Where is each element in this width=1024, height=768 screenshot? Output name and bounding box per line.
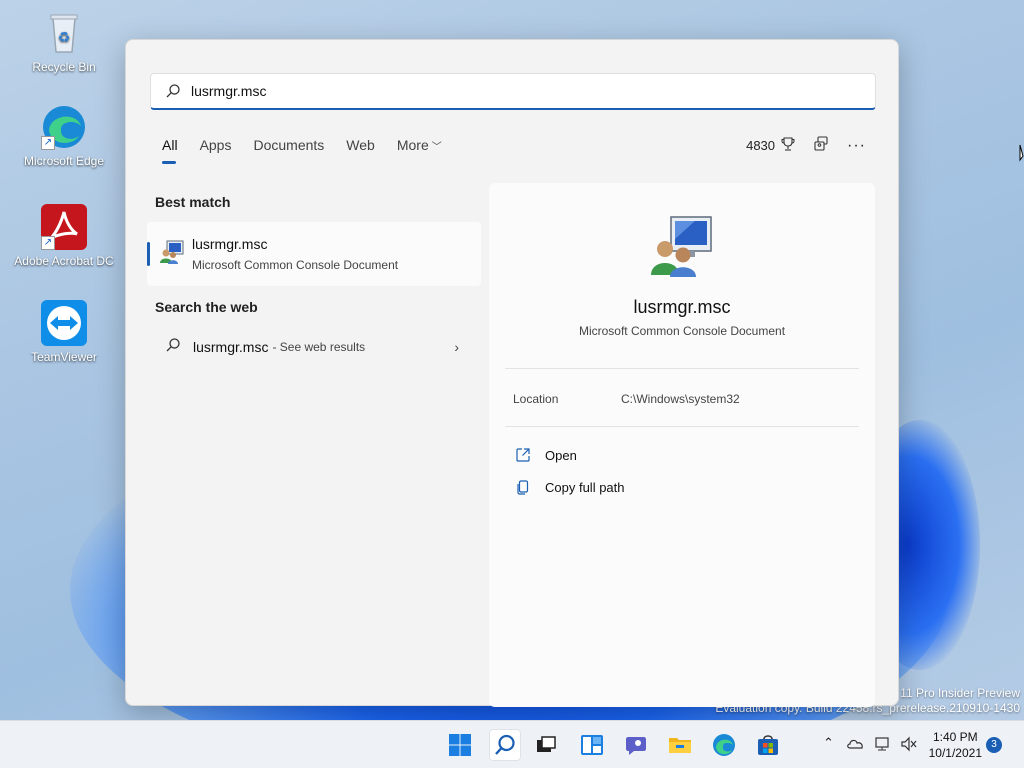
clock-date: 10/1/2021 <box>928 746 982 760</box>
search-box[interactable] <box>150 73 876 110</box>
desktop-icon-label: Adobe Acrobat DC <box>14 254 114 268</box>
web-result-item[interactable]: lusrmgr.msc - See web results › <box>147 330 481 364</box>
search-icon <box>165 83 181 99</box>
chat-button[interactable] <box>620 729 652 761</box>
best-match-name: lusrmgr.msc <box>192 236 268 252</box>
tab-more[interactable]: More ﹀ <box>397 137 442 159</box>
tray-overflow-chevron-icon[interactable]: ⌃ <box>823 735 834 751</box>
rewards-points-value: 4830 <box>746 138 776 153</box>
clock[interactable]: 1:40 PM 10/1/2021 <box>929 729 982 761</box>
watermark-line: 11 Pro Insider Preview <box>900 686 1020 700</box>
search-icon <box>495 734 515 755</box>
best-match-heading: Best match <box>155 194 231 210</box>
location-value: C:\Windows\system32 <box>621 392 740 406</box>
divider <box>505 368 859 369</box>
search-icon <box>165 337 181 358</box>
tab-apps[interactable]: Apps <box>200 137 232 159</box>
console-document-large-icon <box>649 213 715 279</box>
network-icon[interactable] <box>874 736 892 755</box>
volume-muted-icon[interactable] <box>900 736 918 755</box>
teamviewer-icon <box>41 300 87 346</box>
share-button[interactable] <box>813 136 829 155</box>
detail-pane: lusrmgr.msc Microsoft Common Console Doc… <box>489 183 875 707</box>
selection-indicator <box>147 242 150 266</box>
copy-path-action[interactable]: Copy full path <box>515 479 625 495</box>
recycle-bin-icon: ♻ <box>41 10 87 56</box>
ellipsis-icon: ··· <box>847 136 866 154</box>
chevron-down-icon: ﹀ <box>431 142 442 153</box>
taskbar: ⌃ 1:40 PM 10/1/2021 3 <box>0 720 1024 768</box>
copy-icon <box>515 479 531 495</box>
shortcut-arrow-icon: ↗ <box>41 136 55 150</box>
desktop-icon-label: Recycle Bin <box>32 60 96 74</box>
web-result-suffix: - See web results <box>272 340 366 354</box>
shortcut-arrow-icon: ↗ <box>41 236 55 250</box>
edge-taskbar-button[interactable] <box>708 729 740 761</box>
open-external-icon <box>515 447 531 463</box>
desktop-icon-acrobat[interactable]: ↗ Adobe Acrobat DC <box>12 204 116 268</box>
clock-time: 1:40 PM <box>932 730 978 744</box>
widgets-icon <box>581 735 603 755</box>
search-web-heading: Search the web <box>155 299 258 315</box>
desktop-icon-teamviewer[interactable]: TeamViewer <box>12 300 116 364</box>
windows-logo-icon <box>449 734 471 756</box>
edge-icon: ↗ <box>41 104 87 150</box>
search-taskbar-button[interactable] <box>489 729 521 761</box>
more-options-button[interactable]: ··· <box>847 137 866 155</box>
search-input[interactable] <box>191 83 791 99</box>
detail-type: Microsoft Common Console Document <box>578 324 786 338</box>
folder-icon <box>669 738 691 753</box>
tab-all[interactable]: All <box>162 137 178 164</box>
desktop-icon-recycle-bin[interactable]: ♻ Recycle Bin <box>12 10 116 74</box>
search-panel: All Apps Documents Web More﹀ 4830 <box>125 39 899 707</box>
start-button[interactable] <box>444 729 476 761</box>
widgets-button[interactable] <box>576 729 608 761</box>
tab-documents[interactable]: Documents <box>253 137 324 159</box>
tab-web[interactable]: Web <box>346 137 375 159</box>
copy-path-action-label: Copy full path <box>545 479 625 495</box>
web-result-query: lusrmgr.msc <box>193 339 269 355</box>
search-tabs: All Apps Documents Web More ﹀ <box>162 137 464 164</box>
svg-text:♻: ♻ <box>58 30 71 46</box>
desktop-icon-edge[interactable]: ↗ Microsoft Edge <box>12 104 116 168</box>
rewards-points[interactable]: 4830 <box>746 137 795 154</box>
best-match-item[interactable]: lusrmgr.msc Microsoft Common Console Doc… <box>147 222 481 286</box>
mouse-cursor-icon <box>1019 144 1024 167</box>
chevron-right-icon: › <box>454 339 459 355</box>
divider <box>505 426 859 427</box>
search-toolbar: 4830 ··· <box>728 136 866 155</box>
onedrive-cloud-icon[interactable] <box>846 736 864 753</box>
task-view-icon <box>537 736 556 752</box>
acrobat-icon: ↗ <box>41 204 87 250</box>
chat-icon <box>626 737 646 755</box>
console-document-icon <box>159 239 185 265</box>
detail-title: lusrmgr.msc <box>633 297 731 317</box>
task-view-button[interactable] <box>530 729 562 761</box>
desktop-icon-label: TeamViewer <box>31 350 97 364</box>
open-action[interactable]: Open <box>515 447 577 463</box>
desktop-icon-label: Microsoft Edge <box>23 154 105 168</box>
store-button[interactable] <box>752 729 784 761</box>
file-explorer-button[interactable] <box>664 729 696 761</box>
notification-badge[interactable]: 3 <box>986 737 1002 753</box>
edge-icon <box>713 734 735 756</box>
account-switch-icon <box>813 136 829 155</box>
tab-more-label: More <box>396 137 429 153</box>
trophy-icon <box>781 137 795 154</box>
open-action-label: Open <box>545 447 577 463</box>
location-label: Location <box>513 392 559 406</box>
store-icon <box>758 735 778 755</box>
best-match-type: Microsoft Common Console Document <box>192 258 399 272</box>
